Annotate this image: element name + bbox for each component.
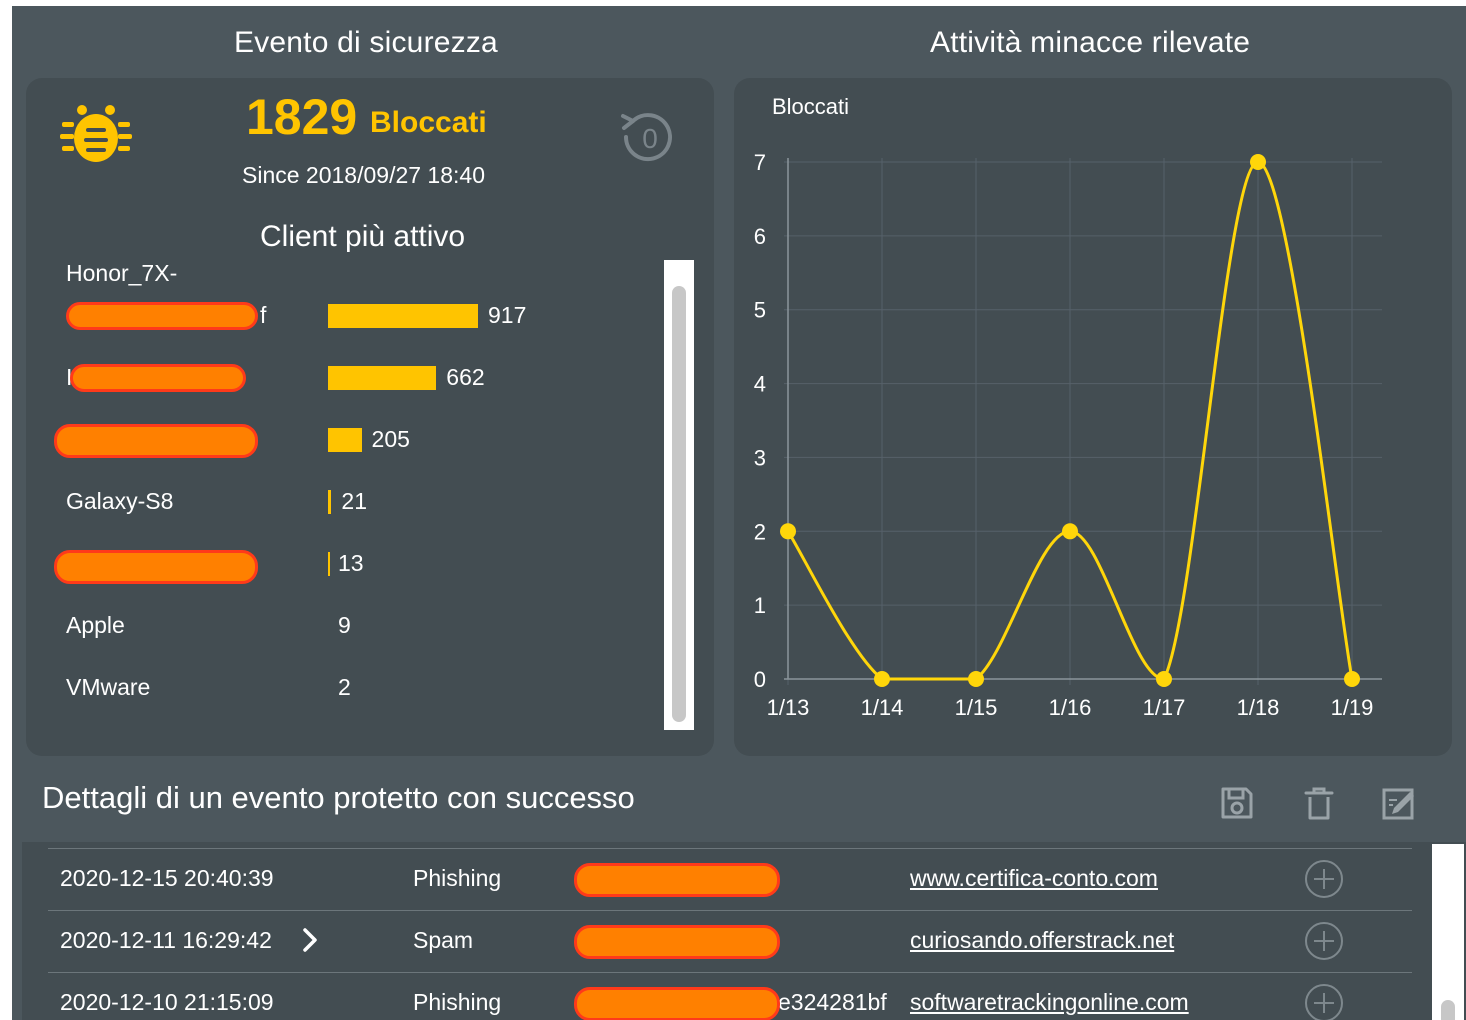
redacted-source [574,987,780,1020]
redacted-client-name [54,424,258,458]
client-count: 205 [371,426,410,452]
client-bar [328,428,362,452]
threat-activity-panel: Bloccati 0 1 2 3 4 5 6 7 1/13 1/14 1/15 1/16 1/17 1/1… [734,78,1452,756]
client-bar [328,366,437,390]
client-list-scrollbar[interactable] [664,260,694,730]
event-datetime: 2020-12-11 16:29:42 [60,927,272,953]
chevron-right-icon[interactable] [300,925,320,955]
redacted-client-name [66,302,258,330]
add-icon[interactable] [1304,983,1344,1020]
chart-y-tick-label: 1 [754,593,766,618]
event-url-link[interactable]: curiosando.offerstrack.net [910,927,1174,954]
chart-x-tick-label: 1/15 [955,695,998,720]
redacted-client-name [54,550,258,584]
chart-x-tick-label: 1/13 [767,695,810,720]
event-datetime: 2020-12-10 21:15:09 [60,989,274,1015]
security-event-title: Evento di sicurezza [234,26,498,59]
blocked-label: Bloccati [370,106,487,139]
threat-activity-chart: Bloccati 0 1 2 3 4 5 6 7 1/13 1/14 1/15 1/16 1/17 1/1… [754,94,1382,720]
chart-x-tick-label: 1/17 [1143,695,1186,720]
client-name: Galaxy-S8 [66,488,174,514]
client-count: 2 [338,674,351,700]
chart-data-point [1156,671,1172,687]
trash-icon[interactable] [1300,784,1338,822]
event-type: Spam [413,927,474,953]
redacted-source [574,925,780,959]
event-url-link[interactable]: softwaretrackingonline.com [910,989,1189,1016]
save-icon[interactable] [1218,784,1256,822]
chart-data-point [1344,671,1360,687]
chart-data-point [874,671,890,687]
client-bar [328,552,331,576]
client-count: 21 [341,488,368,514]
security-event-panel: 1829 Bloccati Since 2018/09/27 18:40 0 C… [26,78,714,756]
details-title: Dettagli di un evento protetto con succe… [42,780,635,815]
client-count: 9 [338,612,351,638]
chart-x-tick-label: 1/16 [1049,695,1092,720]
event-url-link[interactable]: www.certifica-conto.com [910,865,1158,892]
table-scroll-thumb[interactable] [1441,1000,1455,1020]
chart-data-point [780,523,796,540]
table-scrollbar[interactable] [1432,844,1464,1020]
chart-data-point [968,671,984,687]
client-name: VMware [66,674,151,700]
client-name-suffix: f [260,302,267,328]
client-bar [328,490,332,514]
client-name: Apple [66,612,125,638]
chart-x-tick-label: 1/19 [1331,695,1374,720]
bug-icon [60,105,132,162]
table-row[interactable]: 2020-12-10 21:15:09 Phishing e324281bf s… [48,972,1412,1020]
add-icon[interactable] [1304,921,1344,961]
chart-y-tick-label: 6 [754,224,766,249]
chart-y-tick-label: 0 [754,667,766,692]
event-type: Phishing [413,865,502,891]
event-type: Phishing [413,989,502,1015]
chart-data-point [1250,154,1266,170]
client-count: 917 [488,302,527,328]
chart-series-label: Bloccati [772,94,849,119]
client-count: 662 [446,364,485,390]
chart-y-tick-label: 2 [754,519,766,544]
add-icon[interactable] [1304,859,1344,899]
blocked-count: 1829 [246,89,358,145]
chart-y-tick-label: 4 [754,372,766,397]
chart-y-tick-label: 7 [754,150,766,175]
client-header-name: Honor_7X- [66,260,178,286]
client-list-scroll-thumb[interactable] [672,286,686,722]
client-count: 13 [338,550,364,576]
table-row[interactable]: 2020-12-15 20:40:39 Phishing www.certifi… [48,848,1412,911]
chart-x-tick-label: 1/14 [861,695,904,720]
chart-y-tick-label: 3 [754,445,766,470]
threat-activity-title: Attività minacce rilevate [930,26,1251,59]
redacted-client-name [70,364,246,392]
chart-y-tick-label: 5 [754,298,766,323]
since-timestamp: Since 2018/09/27 18:40 [242,162,485,188]
event-source-fragment: e324281bf [778,989,887,1015]
reset-counter-glyph: 0 [642,123,658,154]
event-datetime: 2020-12-15 20:40:39 [60,865,274,891]
event-table: 2020-12-15 20:40:39 Phishing www.certifi… [22,842,1466,1020]
edit-icon[interactable] [1380,784,1418,822]
chart-data-point [1062,523,1078,540]
chart-x-tick-label: 1/18 [1237,695,1280,720]
redacted-source [574,863,780,897]
client-panel-title: Client più attivo [260,220,466,253]
client-bar [328,304,478,328]
reset-counter-icon[interactable]: 0 [614,104,680,170]
table-row[interactable]: 2020-12-11 16:29:42 Spam curiosando.offe… [48,910,1412,973]
app-frame: Evento di sicurezza Attività minacce ril… [12,6,1466,1020]
